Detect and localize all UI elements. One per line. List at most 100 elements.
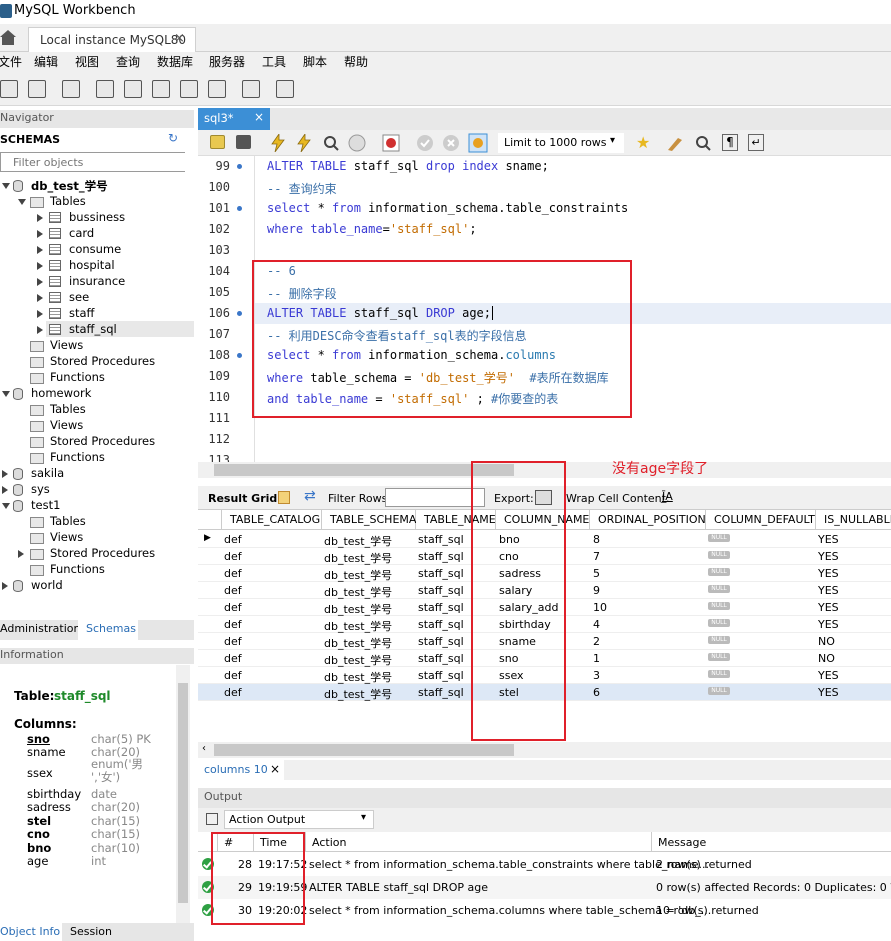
table-item[interactable]: bussiness <box>69 210 125 224</box>
filter-objects-field[interactable] <box>0 152 188 172</box>
schema-homework[interactable]: homework <box>31 386 91 400</box>
word-wrap-icon[interactable]: ↵ <box>748 134 764 151</box>
find-icon[interactable] <box>694 134 712 152</box>
grid-cell[interactable]: staff_sql <box>418 686 464 699</box>
grid-cell[interactable]: 8 <box>593 533 600 546</box>
menu-view[interactable]: 视图 <box>75 53 99 70</box>
scrollbar-thumb[interactable] <box>214 464 514 476</box>
grid-cell[interactable]: NO <box>818 652 835 665</box>
grid-cell[interactable]: def <box>224 652 242 665</box>
grid-cell[interactable]: db_test_学号 <box>324 686 392 702</box>
grid-cell[interactable]: db_test_学号 <box>324 584 392 600</box>
collapse-arrow-icon[interactable] <box>37 230 43 238</box>
save-icon[interactable] <box>236 135 251 149</box>
table-item-selected[interactable]: staff_sql <box>69 322 117 336</box>
beautify-brush-icon[interactable] <box>666 134 684 152</box>
column-header[interactable]: TABLE_CATALOG <box>222 510 322 530</box>
menu-file[interactable]: 文件 <box>0 53 22 70</box>
grid-cell[interactable]: def <box>224 584 242 597</box>
execute-lightning-icon[interactable] <box>270 134 286 152</box>
grid-cell[interactable]: 5 <box>593 567 600 580</box>
reconnect-icon[interactable] <box>276 80 294 98</box>
grid-cell[interactable]: db_test_学号 <box>324 618 392 634</box>
connection-tab[interactable]: Local instance MySQL80 × <box>28 27 196 52</box>
column-header[interactable]: IS_NULLABLE <box>816 510 891 530</box>
menu-edit[interactable]: 编辑 <box>34 53 58 70</box>
grid-cell[interactable]: staff_sql <box>418 533 464 546</box>
scroll-left-icon[interactable]: ‹ <box>202 743 206 754</box>
menu-help[interactable]: 帮助 <box>344 53 368 70</box>
create-schema-icon[interactable] <box>96 80 114 98</box>
inspector-icon[interactable] <box>62 80 80 98</box>
scrollbar-thumb[interactable] <box>214 744 514 756</box>
grid-cell[interactable]: staff_sql <box>418 584 464 597</box>
tab-object-info[interactable]: Object Info <box>0 923 62 941</box>
rollback-x-icon[interactable] <box>442 134 460 152</box>
tab-schemas[interactable]: Schemas <box>78 620 138 640</box>
grid-cell[interactable]: 4 <box>593 618 600 631</box>
create-table-icon[interactable] <box>124 80 142 98</box>
filter-objects-input[interactable] <box>13 153 188 171</box>
grid-cell[interactable]: 10 <box>593 601 607 614</box>
grid-cell[interactable]: YES <box>818 567 839 580</box>
collapse-arrow-icon[interactable] <box>2 582 8 590</box>
grid-cell[interactable]: YES <box>818 533 839 546</box>
grid-cell[interactable]: NO <box>818 635 835 648</box>
schema-test1[interactable]: test1 <box>31 498 60 512</box>
tables-node[interactable]: Tables <box>50 402 86 416</box>
menu-tools[interactable]: 工具 <box>262 53 286 70</box>
create-function-icon[interactable] <box>208 80 226 98</box>
stored-procedures-node[interactable]: Stored Procedures <box>50 434 155 448</box>
open-sql-script-icon[interactable] <box>28 80 46 98</box>
views-node[interactable]: Views <box>50 418 83 432</box>
grid-cell[interactable]: db_test_学号 <box>324 669 392 685</box>
grid-cell[interactable]: def <box>224 669 242 682</box>
grid-cell[interactable]: 9 <box>593 584 600 597</box>
tab-session[interactable]: Session <box>70 925 112 938</box>
table-item[interactable]: insurance <box>69 274 125 288</box>
functions-node[interactable]: Functions <box>50 450 105 464</box>
close-icon[interactable]: × <box>270 762 280 776</box>
output-type-select[interactable]: Action Output ▾ <box>224 810 374 829</box>
grid-cell[interactable]: def <box>224 601 242 614</box>
table-item[interactable]: staff <box>69 306 94 320</box>
column-header[interactable]: COLUMN_DEFAULT <box>706 510 816 530</box>
collapse-arrow-icon[interactable] <box>37 278 43 286</box>
grid-cell[interactable]: db_test_学号 <box>324 533 392 549</box>
autocommit-toggle-icon[interactable] <box>468 133 488 153</box>
explain-magnifier-icon[interactable] <box>322 134 340 152</box>
close-icon[interactable]: × <box>254 110 264 124</box>
table-item[interactable]: see <box>69 290 89 304</box>
grid-cell[interactable]: staff_sql <box>418 669 464 682</box>
expand-arrow-icon[interactable] <box>2 503 10 509</box>
expand-arrow-icon[interactable] <box>18 199 26 205</box>
grid-view-icon[interactable] <box>278 491 290 504</box>
filter-rows-input[interactable] <box>385 488 485 507</box>
menu-server[interactable]: 服务器 <box>209 53 245 70</box>
grid-cell[interactable]: staff_sql <box>418 618 464 631</box>
collapse-arrow-icon[interactable] <box>37 326 43 334</box>
collapse-arrow-icon[interactable] <box>37 246 43 254</box>
search-table-data-icon[interactable] <box>242 80 260 98</box>
grid-cell[interactable]: YES <box>818 601 839 614</box>
collapse-arrow-icon[interactable] <box>37 310 43 318</box>
grid-cell[interactable]: def <box>224 533 242 546</box>
home-icon[interactable] <box>0 28 16 46</box>
refresh-icon[interactable]: ↻ <box>168 131 178 145</box>
grid-cell[interactable]: 3 <box>593 669 600 682</box>
tab-sql3[interactable]: sql3* × <box>198 108 270 130</box>
schema-sys[interactable]: sys <box>31 482 50 496</box>
refresh-icon[interactable]: ⇄ <box>304 488 316 504</box>
grid-cell[interactable]: 1 <box>593 652 600 665</box>
wrap-toggle-icon[interactable]: Ī̲A <box>662 490 673 503</box>
stored-procedures-node[interactable]: Stored Procedures <box>50 546 155 560</box>
copy-icon[interactable] <box>206 813 218 825</box>
tab-administration[interactable]: Administration <box>0 622 81 635</box>
grid-cell[interactable]: db_test_学号 <box>324 567 392 583</box>
result-grid-label[interactable]: Result Grid <box>208 492 277 505</box>
close-icon[interactable]: × <box>174 31 185 46</box>
collapse-arrow-icon[interactable] <box>2 486 8 494</box>
grid-cell[interactable]: 2 <box>593 635 600 648</box>
menu-query[interactable]: 查询 <box>116 53 140 70</box>
grid-cell[interactable]: staff_sql <box>418 635 464 648</box>
